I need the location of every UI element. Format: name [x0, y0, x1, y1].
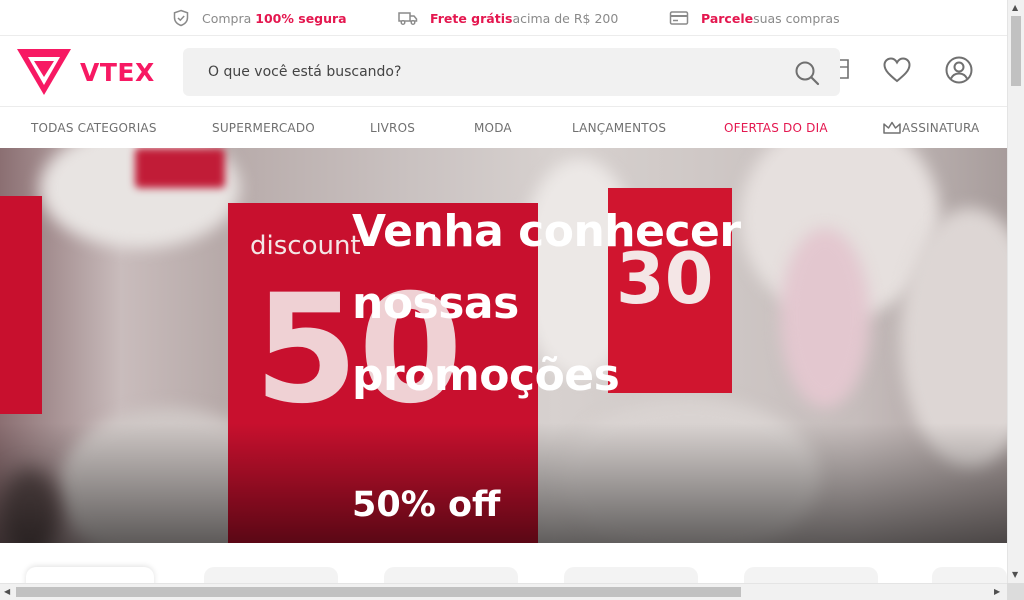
- search-icon[interactable]: [794, 60, 820, 86]
- user-account-icon[interactable]: [944, 55, 974, 85]
- installments-notice: Parcele suas compras: [669, 0, 840, 36]
- nav-item-moda[interactable]: MODA: [474, 108, 512, 148]
- shield-check-icon: [173, 9, 189, 27]
- search-bar: [183, 48, 840, 96]
- vtex-logo[interactable]: VTEX: [14, 47, 155, 97]
- scroll-left-arrow-icon[interactable]: ◀: [4, 587, 10, 597]
- scroll-right-arrow-icon[interactable]: ▶: [994, 587, 1000, 597]
- vertical-scroll-thumb[interactable]: [1011, 16, 1021, 86]
- vertical-scrollbar[interactable]: ▲ ▼: [1007, 0, 1024, 600]
- nav-item-todas-categorias[interactable]: TODAS CATEGORIAS: [31, 108, 157, 148]
- category-nav: TODAS CATEGORIAS SUPERMERCADO LIVROS MOD…: [0, 108, 1007, 148]
- vtex-logo-mark: [17, 49, 71, 95]
- secure-purchase-notice: Compra 100% segura: [172, 0, 347, 36]
- search-input[interactable]: [183, 48, 783, 96]
- minicart-icon[interactable]: [838, 57, 850, 81]
- sale-sign-left: [0, 196, 42, 414]
- hero-shade: [0, 423, 1007, 543]
- credit-card-icon: [669, 11, 689, 25]
- top-info-bar: Compra 100% segura Frete grátis acima de…: [0, 0, 1007, 36]
- scrollbar-corner: [1007, 583, 1024, 600]
- hero-banner[interactable]: discount 50 30 Venha conhecer nossas pro…: [0, 148, 1007, 543]
- nav-item-lancamentos[interactable]: LANÇAMENTOS: [572, 108, 666, 148]
- installments-suffix: suas compras: [753, 10, 840, 26]
- crown-icon: [883, 121, 901, 134]
- shipping-suffix: acima de R$ 200: [512, 10, 619, 26]
- site-header: VTEX: [0, 37, 1007, 107]
- horizontal-scroll-thumb[interactable]: [16, 587, 741, 597]
- logo-text: VTEX: [80, 57, 155, 87]
- assinatura-label: ASSINATURA: [902, 121, 980, 135]
- free-shipping-notice: Frete grátis acima de R$ 200: [398, 0, 618, 36]
- sign-discount-text: discount: [250, 231, 361, 261]
- nav-item-supermercado[interactable]: SUPERMERCADO: [212, 108, 315, 148]
- hero-subtitle: 50% off: [352, 485, 501, 525]
- secure-prefix: Compra: [202, 10, 252, 26]
- nav-item-livros[interactable]: LIVROS: [370, 108, 415, 148]
- nav-item-ofertas-do-dia[interactable]: OFERTAS DO DIA: [724, 108, 828, 148]
- shipping-highlight: Frete grátis: [430, 10, 513, 26]
- heart-icon[interactable]: [882, 56, 912, 84]
- scroll-up-arrow-icon[interactable]: ▲: [1012, 3, 1018, 13]
- scroll-down-arrow-icon[interactable]: ▼: [1012, 570, 1018, 580]
- horizontal-scrollbar[interactable]: ◀ ▶: [0, 583, 1007, 600]
- truck-icon: [398, 12, 418, 25]
- hero-title: Venha conhecer nossas promoções: [352, 206, 741, 401]
- installments-highlight: Parcele: [701, 10, 754, 26]
- nav-item-assinatura[interactable]: ASSINATURA: [882, 108, 979, 148]
- secure-highlight: 100% segura: [255, 10, 347, 26]
